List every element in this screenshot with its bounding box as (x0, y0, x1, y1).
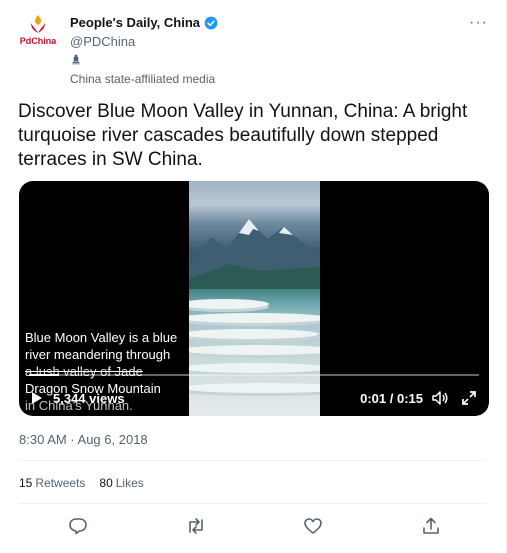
more-icon[interactable]: ··· (469, 14, 488, 32)
terrace (189, 313, 320, 323)
likes-stat[interactable]: 80 Likes (99, 476, 143, 490)
author-header: People's Daily, China @PDChina China sta… (70, 15, 218, 86)
video-time: 0:01 / 0:15 (360, 391, 423, 406)
mountain-graphic (189, 219, 320, 289)
caption-line: river meandering through (25, 347, 171, 362)
tweet-timestamp[interactable]: 8:30 AM · Aug 6, 2018 (19, 432, 148, 447)
likes-label: Likes (115, 476, 144, 490)
verified-badge-icon (204, 16, 218, 29)
terrace (189, 299, 269, 309)
volume-icon[interactable] (431, 390, 449, 406)
retweets-count: 15 (19, 476, 33, 490)
state-affiliated-label[interactable]: China state-affiliated media (70, 72, 218, 86)
avatar[interactable]: PdChina (18, 14, 58, 54)
video-progress-bar[interactable] (29, 374, 479, 376)
caption-line: Blue Moon Valley is a blue (25, 330, 178, 345)
action-bar (0, 512, 507, 540)
author-handle[interactable]: @PDChina (70, 34, 218, 49)
tweet-stats: 15 Retweets 80 Likes (19, 476, 144, 490)
terrace (189, 383, 320, 393)
caption-line: a lush valley of Jade (25, 364, 143, 379)
video-frame (189, 181, 320, 416)
tweet-card: PdChina People's Daily, China @PDChina C… (0, 0, 507, 553)
terrace (189, 345, 320, 355)
divider (19, 503, 487, 504)
play-icon[interactable] (31, 391, 43, 405)
peoples-daily-logo-icon (31, 15, 45, 33)
video-player[interactable]: Blue Moon Valley is a blue river meander… (19, 181, 489, 416)
author-name[interactable]: People's Daily, China (70, 15, 200, 30)
avatar-text: PdChina (19, 36, 57, 46)
reply-icon[interactable] (68, 516, 88, 536)
view-count: 5,344 views (53, 391, 125, 406)
likes-count: 80 (99, 476, 113, 490)
retweets-label: Retweets (35, 476, 86, 490)
state-media-icon (72, 54, 80, 65)
video-progress-fill (29, 374, 60, 376)
share-icon[interactable] (421, 516, 441, 536)
retweets-stat[interactable]: 15 Retweets (19, 476, 85, 490)
terrace (189, 363, 320, 373)
tweet-text: Discover Blue Moon Valley in Yunnan, Chi… (18, 101, 468, 170)
fullscreen-icon[interactable] (461, 390, 477, 406)
terrace (189, 329, 319, 339)
divider (19, 460, 487, 461)
like-icon[interactable] (303, 516, 323, 536)
retweet-icon[interactable] (186, 516, 206, 536)
